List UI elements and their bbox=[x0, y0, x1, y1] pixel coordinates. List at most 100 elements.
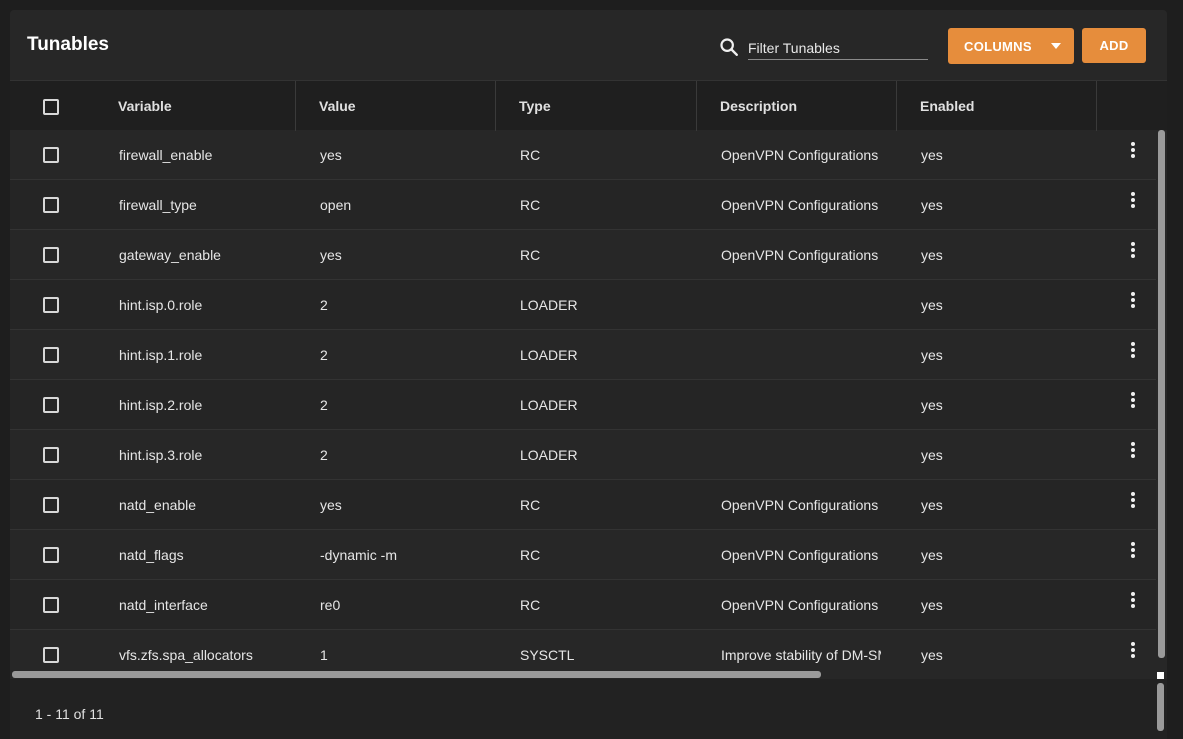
columns-button[interactable]: COLUMNS bbox=[948, 28, 1074, 64]
cell-variable: hint.isp.2.role bbox=[119, 397, 203, 413]
row-checkbox[interactable] bbox=[43, 597, 59, 613]
table-row[interactable]: hint.isp.3.role 2 LOADER yes bbox=[10, 430, 1156, 480]
cell-type: RC bbox=[520, 197, 541, 213]
search-input[interactable] bbox=[748, 36, 928, 60]
row-checkbox[interactable] bbox=[43, 347, 59, 363]
column-header-description[interactable]: Description bbox=[697, 81, 897, 131]
table-row[interactable]: natd_enable yes RC OpenVPN Configurations ye… bbox=[10, 480, 1156, 530]
table-footer: 1 - 11 of 11 bbox=[10, 679, 1167, 739]
cell-value: 2 bbox=[320, 447, 328, 463]
scrollbar-corner bbox=[1157, 672, 1164, 679]
cell-type: LOADER bbox=[520, 447, 578, 463]
cell-value: re0 bbox=[320, 597, 341, 613]
cell-enabled: yes bbox=[921, 297, 943, 313]
cell-description: OpenVPN Configurations bbox=[721, 147, 879, 163]
column-header-variable[interactable]: Variable bbox=[10, 81, 296, 131]
cell-type: LOADER bbox=[520, 297, 578, 313]
cell-variable: natd_enable bbox=[119, 497, 197, 513]
more-vert-icon[interactable] bbox=[1126, 392, 1140, 412]
cell-enabled: yes bbox=[921, 447, 943, 463]
cell-description bbox=[721, 380, 881, 430]
table-row[interactable]: natd_interface re0 RC OpenVPN Configuration… bbox=[10, 580, 1156, 630]
cell-enabled: yes bbox=[921, 147, 943, 163]
row-checkbox[interactable] bbox=[43, 297, 59, 313]
toolbar: Tunables COLUMNS ADD bbox=[10, 10, 1167, 80]
table-header: Variable Value Type Description Enabled bbox=[10, 80, 1167, 131]
cell-description: OpenVPN Configurations bbox=[721, 247, 879, 263]
more-vert-icon[interactable] bbox=[1126, 642, 1140, 662]
vertical-scrollbar[interactable] bbox=[1156, 130, 1167, 679]
columns-button-label: COLUMNS bbox=[964, 39, 1032, 54]
cell-description: OpenVPN Configurations bbox=[721, 597, 879, 613]
cell-variable: hint.isp.0.role bbox=[119, 297, 203, 313]
cell-enabled: yes bbox=[921, 547, 943, 563]
row-checkbox[interactable] bbox=[43, 547, 59, 563]
cell-enabled: yes bbox=[921, 647, 943, 663]
cell-type: LOADER bbox=[520, 397, 578, 413]
row-checkbox[interactable] bbox=[43, 647, 59, 663]
more-vert-icon[interactable] bbox=[1126, 192, 1140, 212]
cell-description bbox=[721, 330, 881, 380]
row-checkbox[interactable] bbox=[43, 147, 59, 163]
more-vert-icon[interactable] bbox=[1126, 492, 1140, 512]
table-row[interactable]: hint.isp.2.role 2 LOADER yes bbox=[10, 380, 1156, 430]
more-vert-icon[interactable] bbox=[1126, 442, 1140, 462]
cell-variable: firewall_type bbox=[119, 197, 197, 213]
more-vert-icon[interactable] bbox=[1126, 242, 1140, 262]
search-icon bbox=[720, 38, 738, 56]
cell-value: 2 bbox=[320, 347, 328, 363]
cell-variable: gateway_enable bbox=[119, 247, 221, 263]
more-vert-icon[interactable] bbox=[1126, 542, 1140, 562]
row-checkbox[interactable] bbox=[43, 197, 59, 213]
column-header-type[interactable]: Type bbox=[496, 81, 697, 131]
cell-variable: firewall_enable bbox=[119, 147, 213, 163]
cell-value: 2 bbox=[320, 297, 328, 313]
cell-description bbox=[721, 430, 881, 480]
cell-enabled: yes bbox=[921, 397, 943, 413]
cell-type: RC bbox=[520, 597, 541, 613]
vertical-scrollbar-thumb[interactable] bbox=[1158, 130, 1165, 658]
cell-enabled: yes bbox=[921, 197, 943, 213]
cell-enabled: yes bbox=[921, 597, 943, 613]
cell-enabled: yes bbox=[921, 347, 943, 363]
more-vert-icon[interactable] bbox=[1126, 142, 1140, 162]
cell-variable: hint.isp.1.role bbox=[119, 347, 203, 363]
cell-value: -dynamic -m bbox=[320, 547, 398, 563]
row-checkbox[interactable] bbox=[43, 397, 59, 413]
more-vert-icon[interactable] bbox=[1126, 592, 1140, 612]
cell-description: OpenVPN Configurations bbox=[721, 197, 879, 213]
cell-type: LOADER bbox=[520, 347, 578, 363]
cell-type: RC bbox=[520, 147, 541, 163]
page-title: Tunables bbox=[27, 34, 109, 55]
caret-down-icon[interactable] bbox=[1051, 43, 1061, 49]
table-row[interactable]: firewall_type open RC OpenVPN Configuration… bbox=[10, 180, 1156, 230]
table-row[interactable]: hint.isp.1.role 2 LOADER yes bbox=[10, 330, 1156, 380]
cell-enabled: yes bbox=[921, 247, 943, 263]
cell-enabled: yes bbox=[921, 497, 943, 513]
row-checkbox[interactable] bbox=[43, 247, 59, 263]
cell-description: OpenVPN Configurations bbox=[721, 497, 879, 513]
more-vert-icon[interactable] bbox=[1126, 342, 1140, 362]
tunables-table: Variable Value Type Description Enabled … bbox=[10, 80, 1167, 679]
add-button[interactable]: ADD bbox=[1082, 28, 1146, 63]
cell-variable: hint.isp.3.role bbox=[119, 447, 203, 463]
row-checkbox[interactable] bbox=[43, 447, 59, 463]
cell-value: 2 bbox=[320, 397, 328, 413]
cell-value: yes bbox=[320, 247, 342, 263]
cell-value: yes bbox=[320, 147, 342, 163]
column-header-value[interactable]: Value bbox=[296, 81, 496, 131]
horizontal-scrollbar-thumb[interactable] bbox=[12, 671, 821, 678]
cell-type: RC bbox=[520, 547, 541, 563]
cell-variable: natd_interface bbox=[119, 597, 208, 613]
tunables-card: Tunables COLUMNS ADD Variable Value Type… bbox=[10, 10, 1167, 739]
more-vert-icon[interactable] bbox=[1126, 292, 1140, 312]
cell-value: open bbox=[320, 197, 352, 213]
page-scrollbar-thumb[interactable] bbox=[1157, 683, 1164, 731]
table-row[interactable]: gateway_enable yes RC OpenVPN Configuration… bbox=[10, 230, 1156, 280]
table-row[interactable]: natd_flags -dynamic -m RC OpenVPN Configura… bbox=[10, 530, 1156, 580]
row-checkbox[interactable] bbox=[43, 497, 59, 513]
column-header-enabled[interactable]: Enabled bbox=[897, 81, 1097, 131]
table-row[interactable]: firewall_enable yes RC OpenVPN Configuratio… bbox=[10, 130, 1156, 180]
table-row[interactable]: hint.isp.0.role 2 LOADER yes bbox=[10, 280, 1156, 330]
cell-type: RC bbox=[520, 247, 541, 263]
